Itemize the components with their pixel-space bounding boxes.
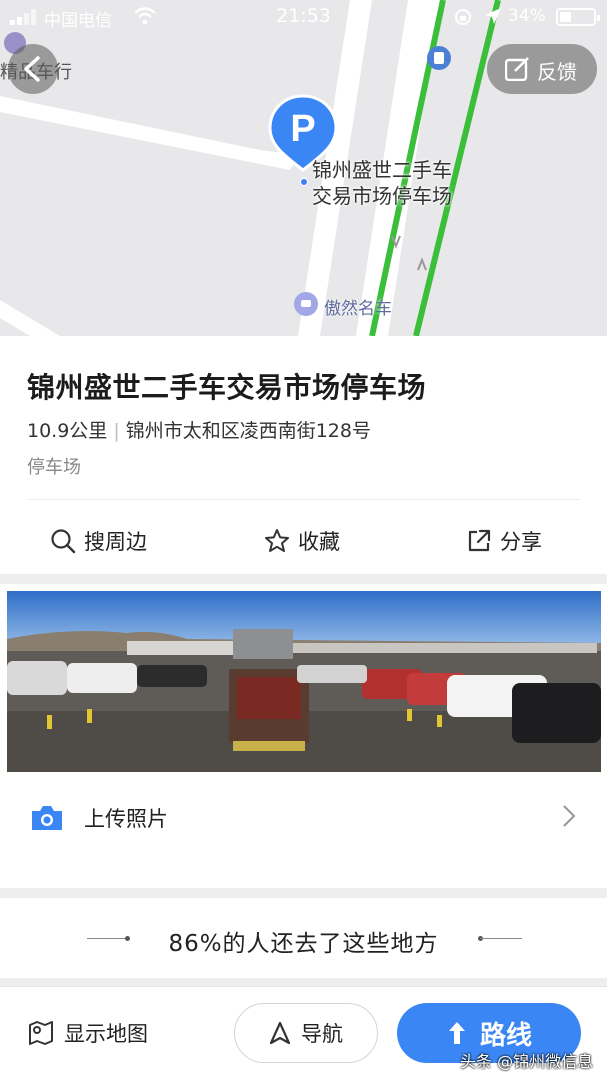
place-meta: 10.9公里 | 锦州市太和区凌西南街128号: [27, 416, 371, 443]
bus-stop-icon[interactable]: [427, 46, 451, 70]
share-button[interactable]: 分享: [466, 526, 542, 556]
chevron-right-icon: [563, 805, 576, 827]
navigate-label: 导航: [301, 1022, 343, 1046]
photo-card: 上传照片: [0, 584, 607, 888]
place-info-card: 锦州盛世二手车交易市场停车场 10.9公里 | 锦州市太和区凌西南街128号 停车场…: [0, 336, 607, 574]
star-icon: [265, 529, 289, 552]
parking-lot-photo[interactable]: [7, 591, 601, 772]
share-label: 分享: [500, 530, 542, 554]
address: 锦州市太和区凌西南街128号: [125, 420, 371, 442]
place-category: 停车场: [27, 457, 81, 478]
upload-photo-row[interactable]: 上传照片: [0, 772, 607, 862]
chevron-left-icon: [24, 56, 40, 82]
place-title: 锦州盛世二手车交易市场停车场: [27, 371, 427, 404]
watermark: 头条 @锦州微信息: [460, 1052, 594, 1071]
poi-name-line1: 锦州盛世二手车: [312, 158, 452, 182]
show-map-label: 显示地图: [64, 1022, 148, 1046]
feedback-label: 反馈: [537, 60, 577, 84]
map-view[interactable]: 精品车行 中国电信 21:53 34%: [0, 0, 607, 336]
battery-icon: [556, 8, 600, 26]
divider-line-right: [480, 938, 522, 939]
favorite-label: 收藏: [298, 530, 340, 554]
car-dealer-icon[interactable]: [294, 292, 318, 316]
navigation-arrow-icon: [269, 1021, 291, 1045]
rotation-lock-icon: [455, 9, 471, 25]
recommend-section: 86%的人还去了这些地方: [0, 898, 607, 978]
upload-photo-label: 上传照片: [84, 807, 168, 831]
favorite-button[interactable]: 收藏: [264, 526, 340, 556]
status-bar: 中国电信 21:53 34%: [0, 0, 607, 34]
camera-icon: [32, 806, 62, 830]
parking-glyph: P: [290, 108, 315, 150]
parking-lot-image: [7, 591, 601, 772]
feedback-button[interactable]: 反馈: [487, 44, 597, 94]
search-nearby-label: 搜周边: [84, 530, 147, 554]
recommend-heading: 86%的人还去了这些地方: [168, 931, 439, 957]
share-icon: [468, 529, 491, 552]
poi-location-dot: [300, 178, 308, 186]
divider: [27, 499, 580, 500]
search-nearby-button[interactable]: 搜周边: [50, 526, 147, 556]
route-label: 路线: [479, 1020, 532, 1051]
edit-icon: [505, 57, 529, 81]
meta-separator: |: [113, 420, 120, 442]
distance: 10.9公里: [27, 420, 108, 442]
back-button[interactable]: [8, 44, 58, 94]
route-arrow-icon: [448, 1022, 465, 1044]
show-map-button[interactable]: 显示地图: [28, 1018, 148, 1048]
search-icon: [51, 529, 76, 554]
navigate-button[interactable]: 导航: [234, 1003, 378, 1063]
location-arrow-icon: [485, 8, 501, 24]
poi-name-line2: 交易市场停车场: [312, 184, 452, 208]
map-icon: [29, 1021, 53, 1045]
nearby-poi-label[interactable]: 傲然名车: [324, 294, 392, 319]
battery-percent: 34%: [508, 6, 546, 26]
